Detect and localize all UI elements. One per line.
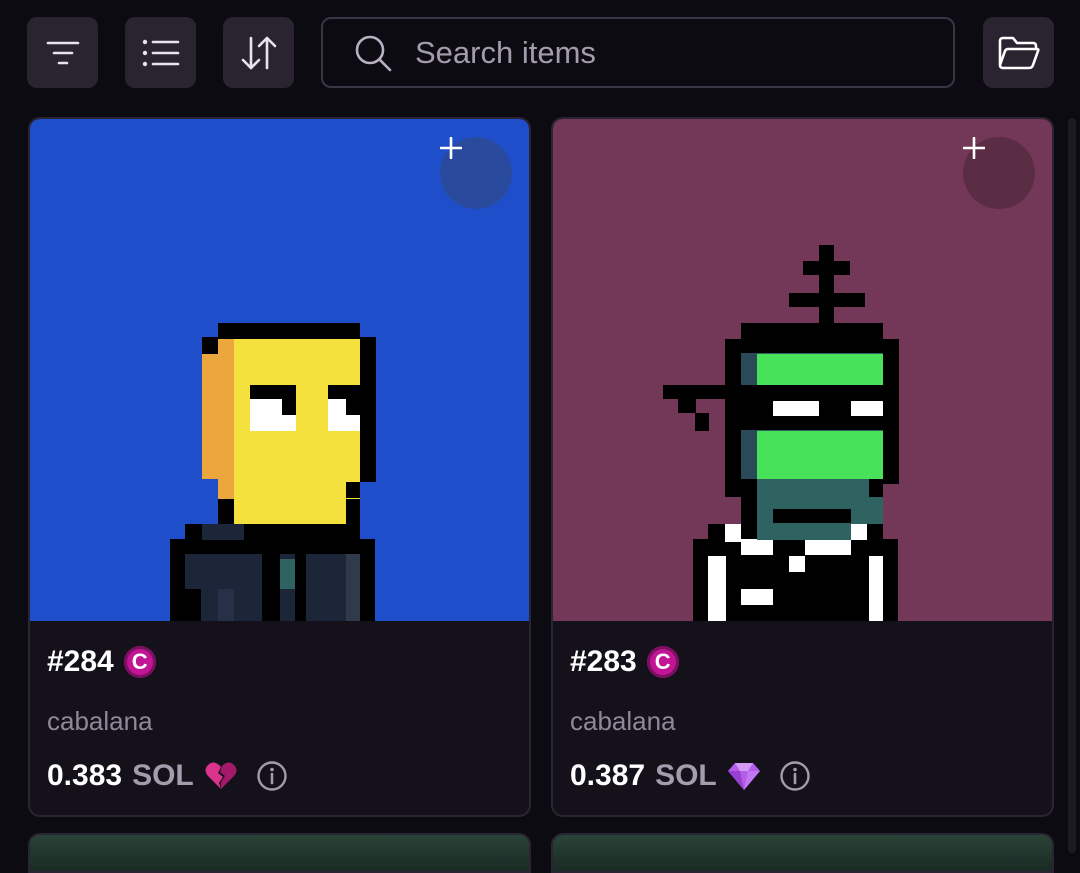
item-number-row: #284 C [47, 645, 156, 679]
plus-icon [963, 137, 985, 159]
list-icon [142, 39, 179, 66]
add-to-cart-button[interactable] [963, 137, 1035, 209]
nft-card[interactable]: #283 C cabalana 0.387 SOL [551, 117, 1054, 817]
collection-verified-badge: C [646, 646, 679, 678]
card-info: #284 C cabalana 0.383 SOL [30, 621, 529, 815]
price-row: 0.387 SOL [570, 759, 811, 793]
diamond-icon [727, 763, 760, 790]
filter-button[interactable] [27, 17, 98, 88]
info-icon[interactable] [256, 760, 288, 792]
list-view-button[interactable] [125, 17, 196, 88]
collection-name[interactable]: cabalana [47, 706, 153, 737]
filter-icon [46, 41, 79, 64]
price-currency: SOL [655, 759, 717, 792]
info-icon[interactable] [779, 760, 811, 792]
collection-name[interactable]: cabalana [570, 706, 676, 737]
price-currency: SOL [132, 759, 194, 792]
card-info: #283 C cabalana 0.387 SOL [553, 621, 1052, 815]
item-number: #284 [47, 645, 114, 678]
broken-heart-icon [205, 762, 237, 789]
folder-button[interactable] [983, 17, 1054, 88]
plus-icon [440, 137, 462, 159]
search-icon [355, 35, 392, 71]
collection-verified-badge: C [123, 646, 156, 678]
price-value: 0.387 [570, 759, 646, 792]
nft-card[interactable]: #284 C cabalana 0.383 SOL [28, 117, 531, 817]
item-number-row: #283 C [570, 645, 679, 679]
sort-icon [241, 36, 276, 69]
nft-card-partial[interactable] [28, 833, 531, 873]
search-bar[interactable] [321, 17, 955, 88]
nft-image [30, 119, 529, 621]
nft-image [553, 119, 1052, 621]
price-value: 0.383 [47, 759, 123, 792]
scrollbar[interactable] [1068, 118, 1076, 853]
search-input[interactable] [413, 33, 917, 72]
price-row: 0.383 SOL [47, 759, 288, 793]
sort-button[interactable] [223, 17, 294, 88]
nft-card-partial[interactable] [551, 833, 1054, 873]
folder-icon [998, 36, 1040, 69]
item-number: #283 [570, 645, 637, 678]
add-to-cart-button[interactable] [440, 137, 512, 209]
